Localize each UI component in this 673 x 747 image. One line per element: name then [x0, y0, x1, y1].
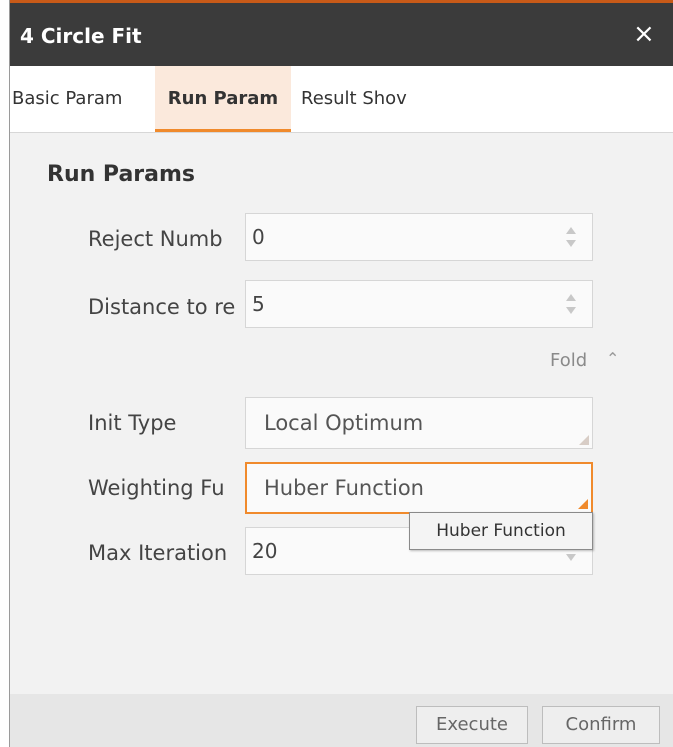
weighting-function-tooltip: Huber Function — [409, 512, 593, 550]
fold-toggle[interactable]: Fold — [550, 350, 587, 371]
init-type-label: Init Type — [88, 411, 177, 435]
distance-spinner[interactable] — [566, 292, 578, 318]
weighting-function-value: Huber Function — [264, 476, 424, 500]
spin-down-icon[interactable] — [566, 554, 576, 561]
dialog-title: 4 Circle Fit — [20, 24, 142, 48]
reject-number-spinner[interactable] — [566, 225, 578, 251]
tab-run-param[interactable]: Run Param — [155, 66, 291, 132]
distance-value: 5 — [252, 292, 265, 316]
reject-number-label: Reject Numb — [88, 227, 223, 251]
reject-number-input[interactable]: 0 — [245, 213, 593, 261]
execute-button[interactable]: Execute — [416, 706, 528, 744]
reject-number-value: 0 — [252, 225, 265, 249]
max-iteration-label: Max Iteration — [88, 541, 228, 565]
tab-basic-param[interactable]: Basic Param — [10, 66, 151, 132]
max-iteration-value: 20 — [252, 539, 278, 563]
tab-result-show[interactable]: Result Shov — [301, 66, 421, 132]
tab-bar: Basic Param Run Param Result Shov — [10, 66, 673, 133]
circle-fit-dialog: 4 Circle Fit × Basic Param Run Param Res… — [9, 0, 673, 747]
init-type-value: Local Optimum — [264, 411, 424, 435]
title-bar: 4 Circle Fit × — [10, 0, 673, 66]
close-icon[interactable]: × — [633, 19, 655, 49]
distance-input[interactable]: 5 — [245, 280, 593, 328]
distance-label: Distance to re — [88, 295, 236, 319]
chevron-up-icon[interactable]: ⌃ — [606, 349, 619, 368]
spin-up-icon[interactable] — [566, 294, 576, 301]
spin-up-icon[interactable] — [566, 227, 576, 234]
spin-down-icon[interactable] — [566, 307, 576, 314]
dropdown-corner-icon — [579, 435, 589, 445]
confirm-button[interactable]: Confirm — [542, 706, 660, 744]
weighting-function-label: Weighting Fu — [88, 476, 225, 500]
weighting-function-select[interactable]: Huber Function — [245, 462, 593, 514]
dropdown-corner-icon — [578, 499, 588, 509]
run-params-heading: Run Params — [47, 162, 196, 187]
init-type-select[interactable]: Local Optimum — [245, 397, 593, 449]
spin-down-icon[interactable] — [566, 240, 576, 247]
